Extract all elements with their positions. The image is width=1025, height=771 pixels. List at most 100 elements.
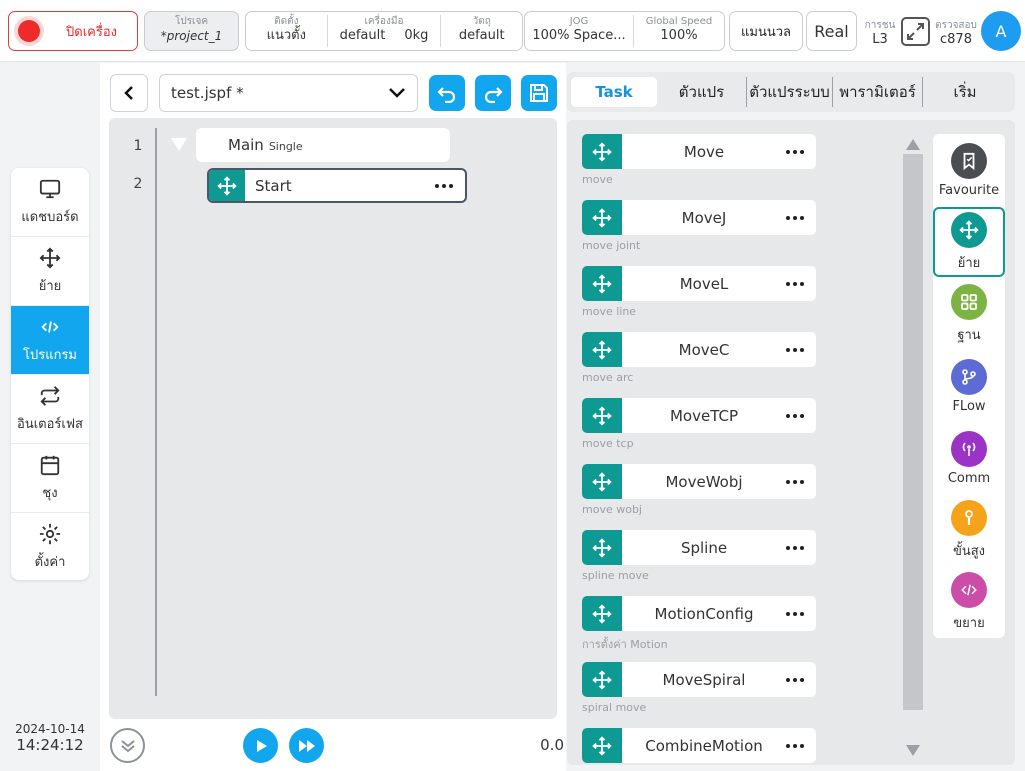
manual-mode-button[interactable]: แมนนวล: [729, 11, 803, 51]
nav-item-calendar[interactable]: ชุง: [11, 444, 89, 513]
category-antenna[interactable]: Comm: [933, 423, 1005, 493]
task-description: move wobj: [582, 503, 642, 516]
check-caption: ตรวจสอบ: [935, 20, 977, 31]
category-grid[interactable]: ฐาน: [933, 279, 1005, 349]
task-card[interactable]: MotionConfig: [582, 596, 816, 631]
more-options-icon[interactable]: [786, 743, 804, 748]
scroll-up-icon[interactable]: [906, 139, 920, 150]
category-branch[interactable]: FLow: [933, 351, 1005, 421]
collision-level[interactable]: การชน L3: [861, 16, 899, 48]
scroll-down-icon[interactable]: [906, 745, 920, 756]
task-card[interactable]: MoveTCP: [582, 398, 816, 433]
tab-system-variables[interactable]: ตัวแปรระบบ: [747, 77, 833, 107]
nav-item-move[interactable]: ย้าย: [11, 237, 89, 306]
tab-parameters[interactable]: พารามิเตอร์: [833, 77, 923, 107]
project-selector[interactable]: โปรเจค *project_1: [144, 11, 239, 51]
category-wrench[interactable]: ขั้นสูง: [933, 495, 1005, 565]
more-options-icon[interactable]: [786, 347, 804, 352]
tool-selector[interactable]: เครื่องมือ default 0kg: [328, 15, 442, 47]
tab-task[interactable]: Task: [571, 77, 657, 107]
nav-item-label: ย้าย: [38, 278, 62, 294]
gear-icon: [39, 523, 61, 545]
category-code[interactable]: ขยาย: [933, 567, 1005, 637]
start-node[interactable]: Start: [207, 168, 467, 203]
more-options-icon[interactable]: [786, 479, 804, 484]
task-name: MotionConfig: [654, 604, 754, 623]
fast-forward-button[interactable]: [289, 728, 324, 763]
scrollbar-thumb[interactable]: [903, 154, 923, 710]
start-node-label: Start: [255, 176, 292, 195]
tool-weight: 0kg: [404, 28, 429, 43]
task-description: move line: [582, 305, 637, 318]
collapse-triangle-icon[interactable]: [171, 138, 187, 151]
tab-variables[interactable]: ตัวแปร: [657, 77, 747, 107]
task-card[interactable]: Spline: [582, 530, 816, 565]
nav-item-interface[interactable]: อินเตอร์เฟส: [11, 375, 89, 444]
collision-value: L3: [872, 32, 888, 47]
nav-item-label: ตั้งค่า: [34, 555, 66, 570]
task-card[interactable]: MoveSpiral: [582, 662, 816, 697]
more-options-icon[interactable]: [786, 545, 804, 550]
redo-button[interactable]: [475, 75, 511, 111]
save-button[interactable]: [521, 75, 557, 111]
category-label: ย้าย: [957, 255, 981, 271]
collapse-down-button[interactable]: [110, 728, 145, 763]
installation-group[interactable]: ติดตั้ง แนวตั้ง เครื่องมือ default 0kg ว…: [245, 11, 523, 51]
more-options-icon[interactable]: [786, 677, 804, 682]
undo-icon: [437, 87, 456, 103]
task-card[interactable]: MoveWobj: [582, 464, 816, 499]
chevron-down-icon: [120, 739, 135, 752]
check-value: c878: [940, 32, 972, 47]
task-card[interactable]: Move: [582, 134, 816, 169]
global-speed-selector[interactable]: Global Speed 100%: [634, 15, 724, 47]
move-icon: [582, 266, 622, 301]
task-card[interactable]: CombineMotion: [582, 728, 816, 763]
code-icon: [41, 320, 59, 333]
jog-selector[interactable]: JOG 100% Space...: [525, 15, 634, 47]
workpiece-selector[interactable]: วัตถุ default: [441, 15, 522, 47]
more-options-icon[interactable]: [786, 215, 804, 220]
project-value: *project_1: [160, 29, 223, 43]
speed-group[interactable]: JOG 100% Space... Global Speed 100%: [524, 11, 725, 51]
main-node[interactable]: Main Single: [196, 128, 450, 162]
more-options-icon[interactable]: [786, 611, 804, 616]
file-selector[interactable]: test.jspf *: [159, 74, 418, 112]
task-card[interactable]: MoveC: [582, 332, 816, 367]
task-card[interactable]: MoveJ: [582, 200, 816, 235]
code-tree-area[interactable]: [109, 118, 557, 719]
expand-icon[interactable]: [901, 17, 930, 46]
global-speed-value: 100%: [660, 28, 698, 43]
emergency-stop-label: ปิดเครื่อง: [66, 24, 117, 40]
task-description: move tcp: [582, 437, 634, 450]
chevron-left-icon: [124, 86, 133, 100]
category-bookmark[interactable]: Favourite: [933, 135, 1005, 205]
task-card[interactable]: MoveL: [582, 266, 816, 301]
install-selector[interactable]: ติดตั้ง แนวตั้ง: [246, 15, 328, 47]
real-mode-button[interactable]: Real: [806, 11, 857, 51]
check-status[interactable]: ตรวจสอบ c878: [931, 16, 981, 48]
bookmark-icon: [951, 142, 987, 179]
nav-item-label: อินเตอร์เฟส: [17, 416, 83, 432]
file-name: test.jspf *: [171, 84, 244, 102]
more-options-icon[interactable]: [786, 413, 804, 418]
category-move[interactable]: ย้าย: [933, 207, 1005, 277]
more-options-icon[interactable]: [435, 183, 453, 188]
task-name: MoveTCP: [669, 406, 739, 425]
main-node-label: Main: [228, 136, 264, 154]
nav-item-dashboard[interactable]: แดชบอร์ด: [11, 168, 89, 237]
more-options-icon[interactable]: [786, 149, 804, 154]
back-button[interactable]: [110, 74, 148, 112]
more-options-icon[interactable]: [786, 281, 804, 286]
task-name: CombineMotion: [645, 736, 763, 755]
play-button[interactable]: [243, 728, 278, 763]
avatar[interactable]: A: [981, 11, 1021, 51]
tab-start[interactable]: เริ่ม: [923, 77, 1007, 107]
move-icon: [582, 134, 622, 169]
task-name: MoveL: [679, 274, 729, 293]
line-number: 1: [133, 138, 143, 154]
nav-item-settings[interactable]: ตั้งค่า: [11, 513, 89, 580]
undo-button[interactable]: [429, 75, 465, 111]
emergency-stop-button[interactable]: ปิดเครื่อง: [8, 11, 138, 51]
antenna-icon: [951, 430, 987, 467]
nav-item-program[interactable]: โปรแกรม: [11, 306, 89, 375]
